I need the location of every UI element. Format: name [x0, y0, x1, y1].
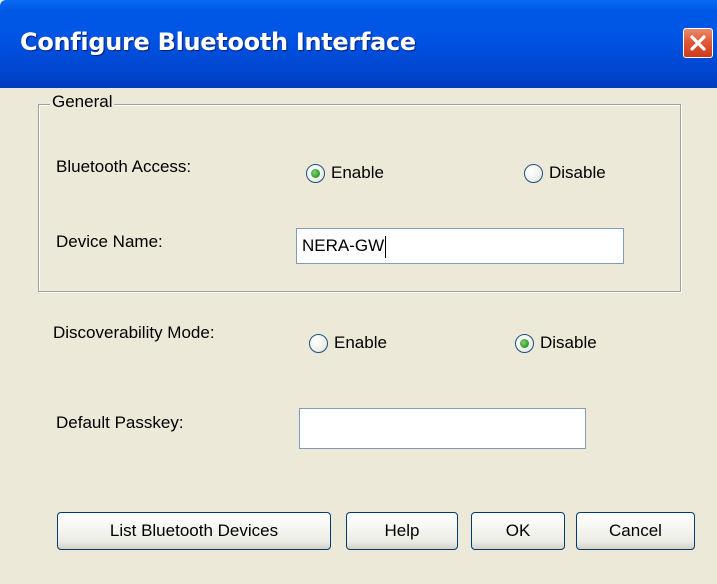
configure-bluetooth-dialog: Configure Bluetooth Interface General Bl…: [0, 0, 717, 584]
window-title: Configure Bluetooth Interface: [20, 28, 416, 56]
text-caret: [385, 235, 387, 258]
device-name-field[interactable]: NERA-GW: [296, 228, 624, 264]
default-passkey-label: Default Passkey:: [56, 413, 184, 432]
general-group-legend: General: [50, 92, 115, 112]
bluetooth-access-disable-label: Disable: [549, 163, 606, 182]
discoverability-disable-radio[interactable]: Disable: [515, 333, 597, 353]
close-button[interactable]: [683, 28, 713, 58]
discoverability-disable-label: Disable: [540, 333, 597, 352]
radio-checked-icon: [306, 163, 325, 183]
bluetooth-access-enable-label: Enable: [331, 163, 384, 182]
list-bluetooth-devices-button[interactable]: List Bluetooth Devices: [57, 512, 331, 550]
default-passkey-field[interactable]: [299, 408, 586, 449]
ok-button[interactable]: OK: [471, 512, 565, 550]
discoverability-enable-radio[interactable]: Enable: [309, 333, 387, 353]
cancel-button[interactable]: Cancel: [576, 512, 695, 550]
radio-unchecked-icon: [309, 333, 328, 353]
title-bar[interactable]: Configure Bluetooth Interface: [0, 0, 717, 88]
close-icon: [690, 35, 706, 51]
bluetooth-access-label: Bluetooth Access:: [56, 157, 192, 176]
bluetooth-access-enable-radio[interactable]: Enable: [306, 163, 384, 183]
device-name-label: Device Name:: [56, 232, 163, 251]
discoverability-mode-label: Discoverability Mode:: [53, 323, 215, 342]
bluetooth-access-disable-radio[interactable]: Disable: [524, 163, 606, 183]
radio-checked-icon: [515, 333, 534, 353]
discoverability-enable-label: Enable: [334, 333, 387, 352]
device-name-value: NERA-GW: [302, 236, 385, 255]
help-button[interactable]: Help: [346, 512, 458, 550]
radio-unchecked-icon: [524, 163, 543, 183]
